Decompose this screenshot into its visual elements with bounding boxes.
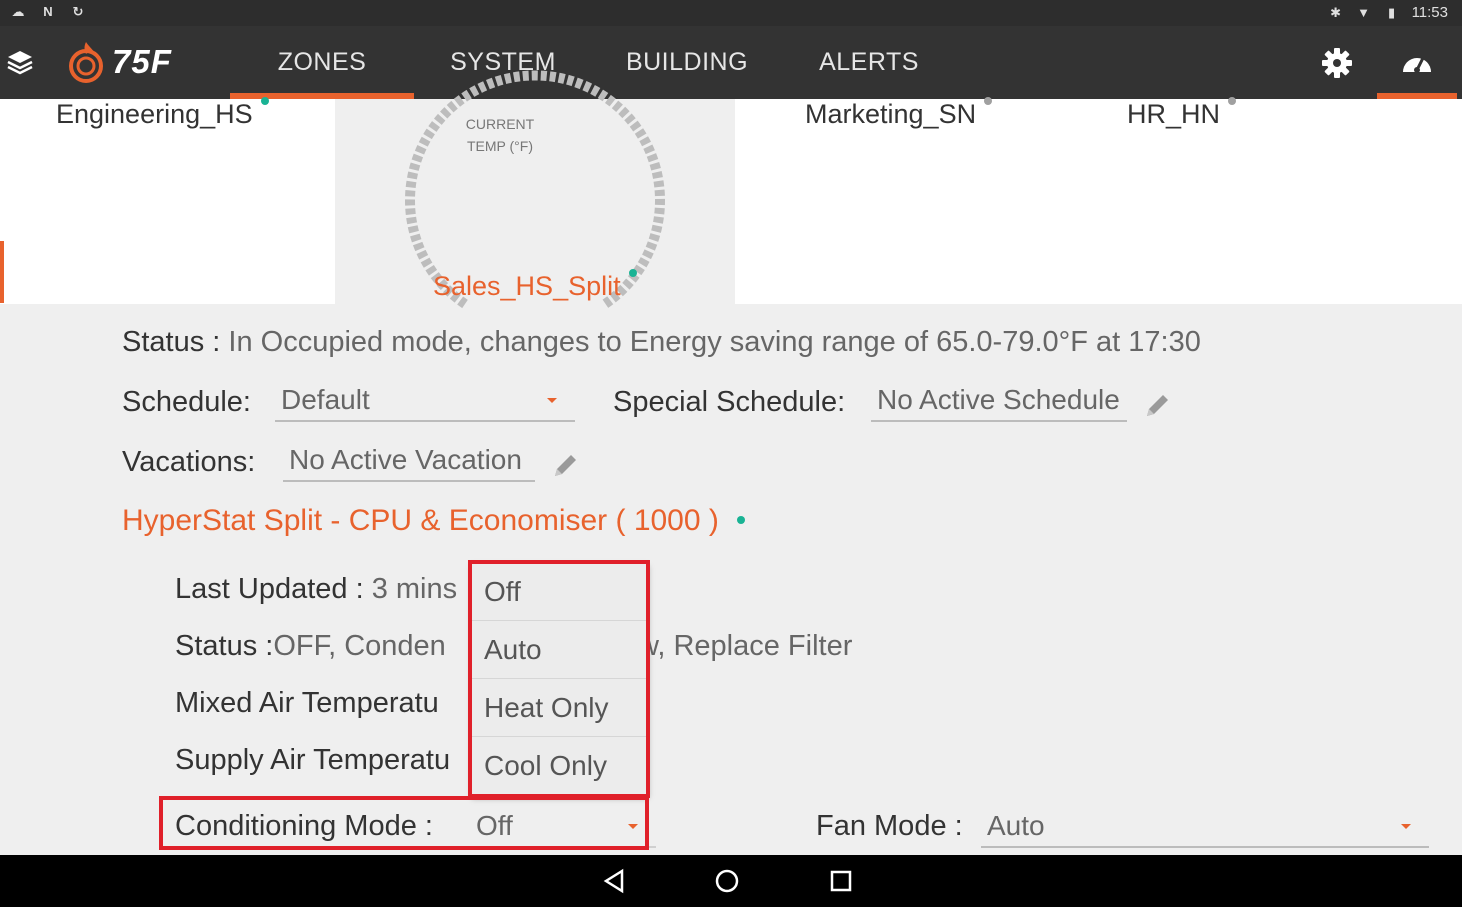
tab-alerts[interactable]: ALERTS [800, 26, 938, 99]
mixed-air-temperature-label: Mixed Air Temperatu [175, 687, 439, 719]
android-status-bar: ☁ N ↻ ✱ ▼ ▮ 11:53 [0, 0, 1462, 26]
back-icon[interactable] [600, 867, 628, 895]
zone-status-dot [628, 269, 637, 277]
edit-vacations-icon[interactable] [551, 450, 581, 480]
zone-status-dot [1228, 97, 1237, 105]
edit-special-schedule-icon[interactable] [1143, 390, 1173, 420]
brand-logo-text: 75F [112, 43, 172, 80]
sync-icon: ↻ [72, 4, 84, 19]
speedometer-icon [1403, 57, 1431, 73]
wifi-icon: ▼ [1357, 4, 1370, 20]
android-navigation-bar [0, 855, 1462, 907]
zone-status: Status : In Occupied mode, changes to En… [122, 326, 1201, 358]
status-time: 11:53 [1411, 4, 1448, 21]
battery-icon: ▮ [1387, 4, 1396, 20]
zones-strip: CURRENT TEMP (°F) Engineering_HS Sales_H… [0, 70, 1462, 309]
conditioning-mode-highlight-box [159, 796, 649, 850]
fan-mode-label: Fan Mode : [816, 810, 963, 842]
dashboard-button[interactable] [1377, 26, 1457, 99]
zone-card-marketing[interactable]: Marketing_SN [805, 97, 993, 130]
home-icon[interactable] [713, 867, 741, 895]
chevron-down-icon [547, 398, 557, 403]
gauge-label: CURRENT TEMP (°F) [465, 116, 535, 154]
last-updated: Last Updated : 3 mins [175, 573, 458, 605]
bluetooth-icon: ✱ [1330, 4, 1342, 20]
recent-apps-icon[interactable] [827, 867, 855, 895]
device-title: HyperStat Split - CPU & Economiser ( 100… [122, 504, 745, 538]
zone-status-dot [984, 97, 993, 105]
special-schedule-label: Special Schedule: [613, 386, 846, 418]
fan-mode-dropdown[interactable]: Auto [981, 808, 1429, 848]
flame-logo-icon [69, 42, 103, 83]
nfc-icon: N [43, 4, 53, 19]
device-status: Status :OFF, Conden [175, 630, 446, 662]
special-schedule-field[interactable]: No Active Schedule [871, 382, 1127, 422]
layers-menu-icon[interactable] [6, 48, 34, 76]
vacations-label: Vacations: [122, 446, 256, 478]
chevron-down-icon [1401, 824, 1411, 829]
supply-air-temperature-label: Supply Air Temperatu [175, 744, 451, 776]
zone-scroll-indicator [0, 241, 4, 303]
vacations-field[interactable]: No Active Vacation [283, 442, 535, 482]
device-status-dot [736, 516, 745, 524]
gear-icon[interactable] [1320, 46, 1354, 80]
device-status-continued: w, Replace Filter [638, 630, 853, 662]
options-highlight-box [468, 560, 650, 798]
cloud-icon: ☁ [11, 4, 25, 19]
zone-card-hr[interactable]: HR_HN [1127, 97, 1237, 130]
brand-logo: 75F [66, 40, 172, 84]
schedule-dropdown[interactable]: Default [275, 382, 575, 422]
zone-card-engineering[interactable]: Engineering_HS [56, 97, 269, 130]
top-navigation-bar: 75F ZONES SYSTEM BUILDING ALERTS [0, 26, 1462, 99]
schedule-label: Schedule: [122, 386, 251, 418]
zone-card-sales[interactable]: Sales_HS_Split [433, 269, 637, 302]
zone-status-dot [260, 97, 269, 105]
